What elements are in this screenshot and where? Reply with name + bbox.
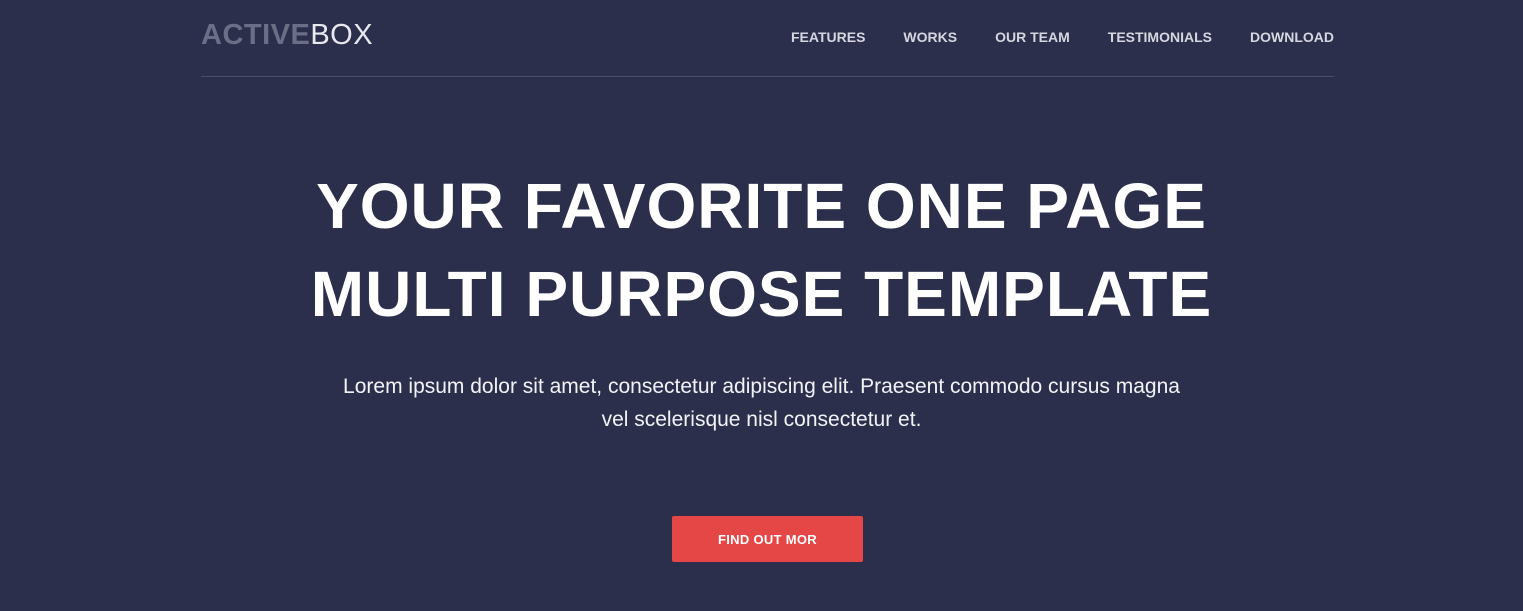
logo-box-text: BOX: [310, 19, 374, 51]
main-nav: FEATURES WORKS OUR TEAM TESTIMONIALS DOW…: [791, 28, 1334, 46]
nav-item-works[interactable]: WORKS: [903, 28, 957, 46]
hero-subtitle: Lorem ipsum dolor sit amet, consectetur …: [0, 370, 1523, 436]
find-out-more-button[interactable]: FIND OUT MOR: [672, 516, 863, 562]
brand-logo[interactable]: ACTIVEBOX: [201, 19, 373, 51]
nav-item-features[interactable]: FEATURES: [791, 28, 865, 46]
nav-item-our-team[interactable]: OUR TEAM: [995, 28, 1070, 46]
hero-title-line-1: YOUR FAVORITE ONE PAGE: [316, 170, 1207, 242]
landing-page: ACTIVEBOX FEATURES WORKS OUR TEAM TESTIM…: [0, 0, 1523, 611]
logo-active-text: ACTIVE: [201, 19, 311, 51]
hero-title: YOUR FAVORITE ONE PAGE MULTI PURPOSE TEM…: [0, 162, 1523, 338]
nav-item-testimonials[interactable]: TESTIMONIALS: [1108, 28, 1212, 46]
hero-subtitle-line-2: vel scelerisque nisl consectetur et.: [601, 408, 922, 431]
hero-subtitle-line-1: Lorem ipsum dolor sit amet, consectetur …: [343, 375, 1180, 398]
nav-item-download[interactable]: DOWNLOAD: [1250, 28, 1334, 46]
hero-title-line-2: MULTI PURPOSE TEMPLATE: [310, 258, 1213, 330]
site-header: ACTIVEBOX FEATURES WORKS OUR TEAM TESTIM…: [201, 0, 1334, 77]
